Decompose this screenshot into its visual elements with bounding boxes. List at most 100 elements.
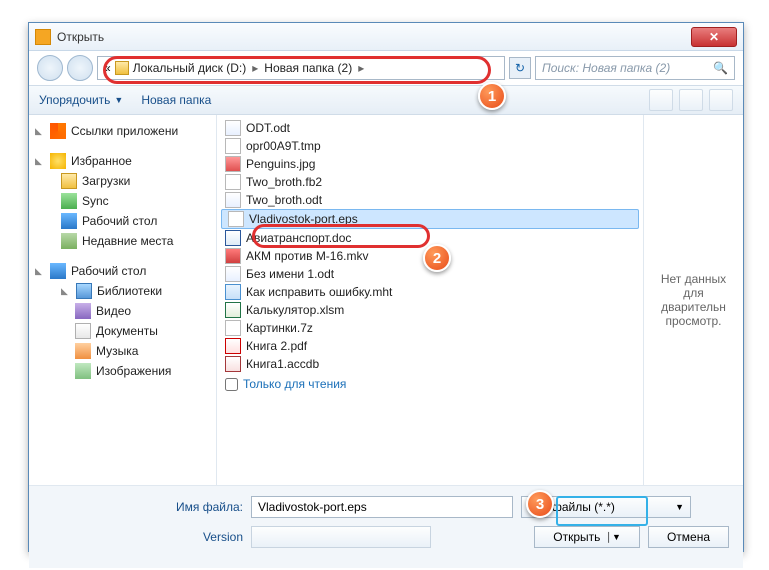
file-item[interactable]: Penguins.jpg bbox=[219, 155, 641, 173]
cancel-button[interactable]: Отмена bbox=[648, 526, 729, 548]
file-name: ODT.odt bbox=[246, 121, 290, 135]
version-dropdown[interactable] bbox=[251, 526, 431, 548]
breadcrumb-folder[interactable]: Новая папка (2) bbox=[264, 61, 352, 75]
file-item[interactable]: Two_broth.odt bbox=[219, 191, 641, 209]
folder-icon bbox=[61, 173, 77, 189]
sidebar-music[interactable]: Музыка bbox=[33, 341, 212, 361]
search-icon: 🔍 bbox=[713, 61, 728, 75]
drive-icon bbox=[115, 61, 129, 75]
file-icon bbox=[225, 266, 241, 282]
file-name: Как исправить ошибку.mht bbox=[246, 285, 392, 299]
file-name: Картинки.7z bbox=[246, 321, 313, 335]
libraries-icon bbox=[76, 283, 92, 299]
file-name: Книга 2.pdf bbox=[246, 339, 307, 353]
close-button[interactable]: ✕ bbox=[691, 27, 737, 47]
file-name: Авиатранспорт.doc bbox=[246, 231, 351, 245]
nav-row: « Локальный диск (D:) ▸ Новая папка (2) … bbox=[29, 51, 743, 85]
sidebar-videos[interactable]: Видео bbox=[33, 301, 212, 321]
file-icon bbox=[225, 192, 241, 208]
file-item[interactable]: Авиатранспорт.doc bbox=[219, 229, 641, 247]
search-input[interactable]: Поиск: Новая папка (2) 🔍 bbox=[535, 56, 735, 80]
desktop-icon bbox=[61, 213, 77, 229]
file-icon bbox=[225, 338, 241, 354]
music-icon bbox=[75, 343, 91, 359]
chevron-right-icon: ▸ bbox=[358, 61, 364, 75]
back-button[interactable] bbox=[37, 55, 63, 81]
desktop-icon bbox=[50, 263, 66, 279]
file-item[interactable]: Без имени 1.odt bbox=[219, 265, 641, 283]
breadcrumb-prefix: « bbox=[104, 61, 111, 75]
refresh-icon: ↻ bbox=[515, 61, 525, 75]
file-name: opr00A9T.tmp bbox=[246, 139, 321, 153]
document-icon bbox=[75, 323, 91, 339]
file-item[interactable]: Книга 2.pdf bbox=[219, 337, 641, 355]
help-button[interactable] bbox=[709, 89, 733, 111]
file-list[interactable]: ODT.odt opr00A9T.tmp Penguins.jpg Two_broth… bbox=[217, 115, 643, 485]
preview-pane: Нет данных для дварительн просмотр. bbox=[643, 115, 743, 485]
file-item[interactable]: Картинки.7z bbox=[219, 319, 641, 337]
file-icon bbox=[225, 356, 241, 372]
readonly-checkbox[interactable] bbox=[225, 378, 238, 391]
file-name: Two_broth.odt bbox=[246, 193, 322, 207]
sidebar-desktop2[interactable]: ◣Рабочий стол bbox=[33, 261, 212, 281]
filename-input[interactable]: Vladivostok-port.eps bbox=[251, 496, 513, 518]
breadcrumb-drive[interactable]: Локальный диск (D:) bbox=[133, 61, 247, 75]
sidebar-downloads[interactable]: Загрузки bbox=[33, 171, 212, 191]
open-dialog: Открыть ✕ « Локальный диск (D:) ▸ Новая … bbox=[28, 22, 744, 552]
file-icon bbox=[225, 230, 241, 246]
file-icon bbox=[225, 248, 241, 264]
video-icon bbox=[75, 303, 91, 319]
file-icon bbox=[225, 320, 241, 336]
file-icon bbox=[225, 120, 241, 136]
file-item[interactable]: Two_broth.fb2 bbox=[219, 173, 641, 191]
vlc-icon bbox=[50, 123, 66, 139]
file-name: Penguins.jpg bbox=[246, 157, 315, 171]
forward-button[interactable] bbox=[67, 55, 93, 81]
file-item[interactable]: opr00A9T.tmp bbox=[219, 137, 641, 155]
app-icon bbox=[35, 29, 51, 45]
file-item[interactable]: Vladivostok-port.eps bbox=[221, 209, 639, 229]
new-folder-button[interactable]: Новая папка bbox=[141, 93, 211, 107]
file-icon bbox=[225, 302, 241, 318]
file-name: Two_broth.fb2 bbox=[246, 175, 322, 189]
file-name: Книга1.accdb bbox=[246, 357, 319, 371]
readonly-label: Только для чтения bbox=[243, 377, 346, 391]
view-mode-button[interactable] bbox=[649, 89, 673, 111]
open-button[interactable]: Открыть│▼ bbox=[534, 526, 640, 548]
sidebar-desktop[interactable]: Рабочий стол bbox=[33, 211, 212, 231]
window-title: Открыть bbox=[57, 30, 691, 44]
organize-menu[interactable]: Упорядочить▼ bbox=[39, 93, 123, 107]
bottom-panel: Имя файла: Vladivostok-port.eps Все файл… bbox=[29, 485, 743, 568]
chevron-down-icon: ▼ bbox=[675, 502, 684, 512]
sidebar-libraries[interactable]: ◣Библиотеки bbox=[33, 281, 212, 301]
file-item[interactable]: ODT.odt bbox=[219, 119, 641, 137]
file-item[interactable]: Книга1.accdb bbox=[219, 355, 641, 373]
chevron-down-icon: ▼ bbox=[114, 95, 123, 105]
refresh-button[interactable]: ↻ bbox=[509, 57, 531, 79]
file-name: Калькулятор.xlsm bbox=[246, 303, 344, 317]
file-name: Vladivostok-port.eps bbox=[249, 212, 358, 226]
recent-icon bbox=[61, 233, 77, 249]
file-icon bbox=[228, 211, 244, 227]
preview-pane-button[interactable] bbox=[679, 89, 703, 111]
sidebar-images[interactable]: Изображения bbox=[33, 361, 212, 381]
file-name: Без имени 1.odt bbox=[246, 267, 334, 281]
file-icon bbox=[225, 138, 241, 154]
sidebar-favorites[interactable]: ◣Избранное bbox=[33, 151, 212, 171]
image-icon bbox=[75, 363, 91, 379]
file-item[interactable]: Калькулятор.xlsm bbox=[219, 301, 641, 319]
sidebar-app-links[interactable]: ◣Ссылки приложени bbox=[33, 121, 212, 141]
sidebar-sync[interactable]: Sync bbox=[33, 191, 212, 211]
sidebar-documents[interactable]: Документы bbox=[33, 321, 212, 341]
file-item[interactable]: Как исправить ошибку.mht bbox=[219, 283, 641, 301]
file-item[interactable]: АКМ против М-16.mkv bbox=[219, 247, 641, 265]
titlebar: Открыть ✕ bbox=[29, 23, 743, 51]
chevron-right-icon: ▸ bbox=[252, 61, 258, 75]
dialog-body: ◣Ссылки приложени ◣Избранное Загрузки Sy… bbox=[29, 115, 743, 485]
filename-label: Имя файла: bbox=[43, 500, 243, 514]
filetype-dropdown[interactable]: Все файлы (*.*)▼ bbox=[521, 496, 691, 518]
chevron-down-icon: │▼ bbox=[606, 532, 621, 542]
address-bar[interactable]: « Локальный диск (D:) ▸ Новая папка (2) … bbox=[97, 56, 505, 80]
sidebar-recent[interactable]: Недавние места bbox=[33, 231, 212, 251]
file-icon bbox=[225, 156, 241, 172]
